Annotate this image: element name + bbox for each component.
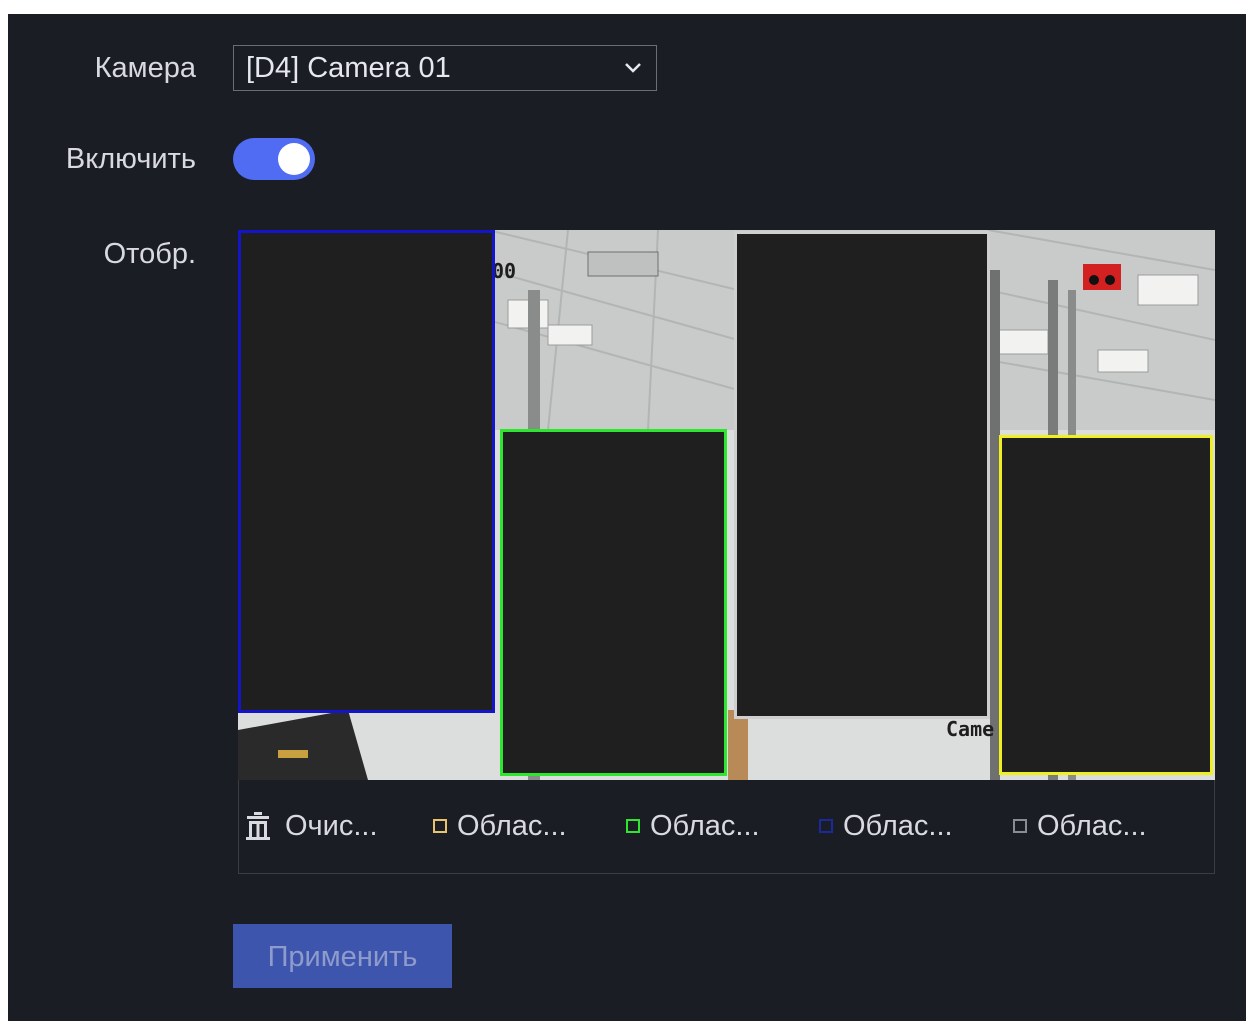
- area-2-color-swatch: [626, 819, 640, 833]
- camera-preview[interactable]: 00 Came: [238, 230, 1215, 780]
- mask-area-white[interactable]: [734, 231, 990, 719]
- camera-label: Камера: [94, 52, 196, 84]
- osd-camera-text: Came: [946, 717, 994, 741]
- apply-button[interactable]: Применить: [233, 924, 452, 988]
- clear-button[interactable]: Очис...: [245, 808, 378, 844]
- mask-area-blue[interactable]: [238, 230, 495, 713]
- chevron-down-icon: [625, 63, 641, 73]
- mask-area-green[interactable]: [500, 429, 727, 776]
- camera-select-value: [D4] Camera 01: [246, 52, 451, 84]
- area-3-button[interactable]: Облас...: [819, 808, 953, 844]
- area-3-label: Облас...: [843, 809, 953, 842]
- area-4-label: Облас...: [1037, 809, 1147, 842]
- enable-toggle[interactable]: [233, 138, 315, 180]
- enable-label: Включить: [65, 143, 196, 175]
- display-label: Отобр.: [103, 238, 196, 270]
- osd-time-text: 00: [492, 259, 516, 283]
- area-1-button[interactable]: Облас...: [433, 808, 567, 844]
- area-toolbar: Очис... Облас... Облас... Облас... Облас…: [238, 780, 1215, 874]
- area-2-label: Облас...: [650, 809, 760, 842]
- area-3-color-swatch: [819, 819, 833, 833]
- area-4-color-swatch: [1013, 819, 1027, 833]
- area-4-button[interactable]: Облас...: [1013, 808, 1147, 844]
- trash-icon: [246, 812, 270, 840]
- clear-label: Очис...: [285, 809, 378, 842]
- toggle-knob: [278, 143, 310, 175]
- area-2-button[interactable]: Облас...: [626, 808, 760, 844]
- mask-area-yellow[interactable]: [999, 435, 1213, 775]
- area-1-color-swatch: [433, 819, 447, 833]
- camera-select[interactable]: [D4] Camera 01: [233, 45, 657, 91]
- area-1-label: Облас...: [457, 809, 567, 842]
